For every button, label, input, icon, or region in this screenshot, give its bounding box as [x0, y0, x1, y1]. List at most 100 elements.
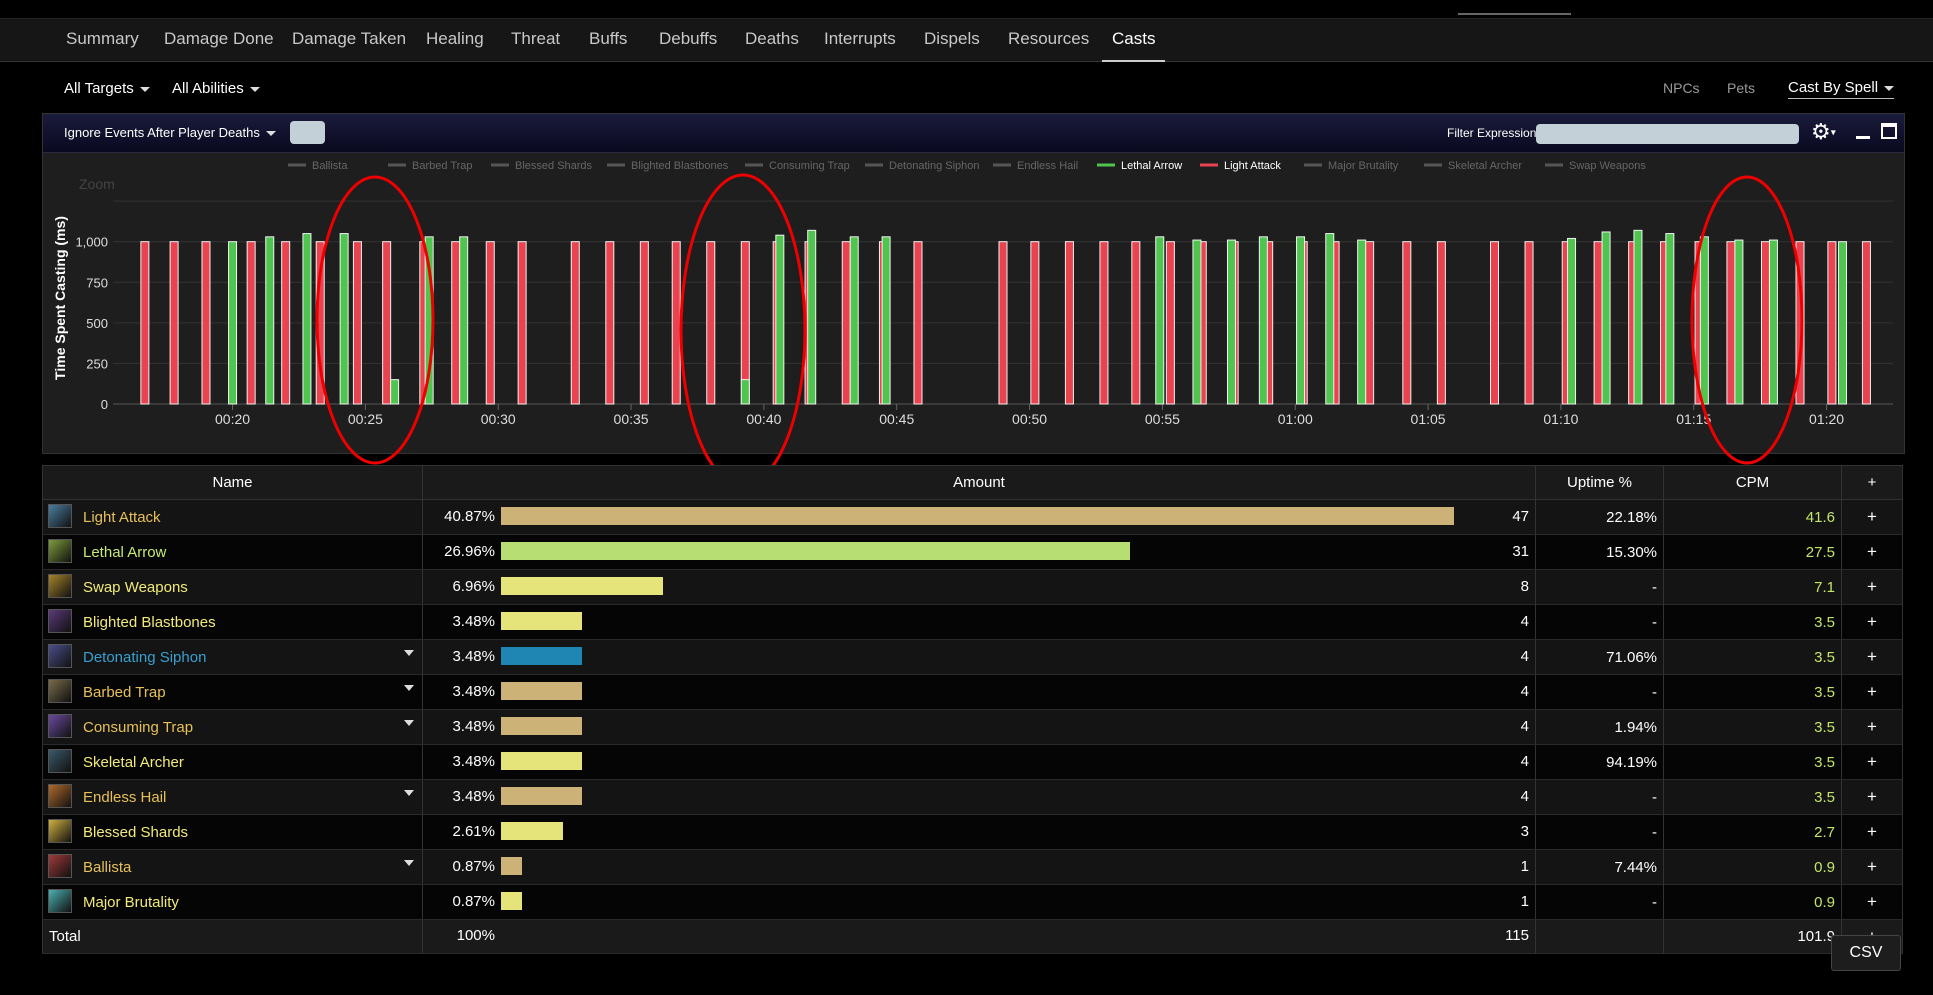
col-uptime[interactable]: Uptime %: [1535, 465, 1664, 500]
table-row[interactable]: Skeletal Archer 3.48% 4 94.19% 3.5 +: [42, 744, 1903, 780]
spell-name[interactable]: Major Brutality: [83, 894, 179, 911]
table-row[interactable]: Lethal Arrow 26.96% 31 15.30% 27.5 +: [42, 534, 1903, 570]
table-row[interactable]: Detonating Siphon 3.48% 4 71.06% 3.5 +: [42, 639, 1903, 675]
expand-row-button[interactable]: +: [1841, 709, 1903, 745]
spell-name-cell[interactable]: Detonating Siphon: [42, 639, 423, 675]
all-abilities-dropdown[interactable]: All Abilities: [172, 80, 260, 97]
expand-row-button[interactable]: +: [1841, 674, 1903, 710]
chevron-down-icon[interactable]: [404, 860, 414, 866]
x-tick-label: 01:20: [1809, 411, 1844, 427]
spell-name-cell[interactable]: Major Brutality: [42, 884, 423, 920]
all-targets-dropdown[interactable]: All Targets: [64, 80, 150, 97]
tab-buffs[interactable]: Buffs: [589, 29, 627, 49]
col-add-button[interactable]: +: [1841, 465, 1903, 500]
tab-deaths[interactable]: Deaths: [745, 29, 799, 49]
spell-name[interactable]: Light Attack: [83, 509, 161, 526]
table-row[interactable]: Ballista 0.87% 1 7.44% 0.9 +: [42, 849, 1903, 885]
tab-damage-done[interactable]: Damage Done: [164, 29, 274, 49]
spell-name-cell[interactable]: Blessed Shards: [42, 814, 423, 850]
expand-row-button[interactable]: +: [1841, 499, 1903, 535]
npcs-toggle[interactable]: NPCs: [1663, 80, 1700, 96]
filter-expression-label: Filter Expression:: [1447, 126, 1540, 140]
table-row[interactable]: Barbed Trap 3.48% 4-3.5 +: [42, 674, 1903, 710]
spell-name[interactable]: Barbed Trap: [83, 684, 166, 701]
spell-name[interactable]: Skeletal Archer: [83, 754, 184, 771]
cpm-value: 3.5: [1663, 709, 1842, 745]
bar-light-attack: [639, 241, 649, 405]
pets-toggle[interactable]: Pets: [1727, 80, 1755, 96]
tab-threat[interactable]: Threat: [511, 29, 560, 49]
cast-by-dropdown[interactable]: Cast By Spell: [1788, 79, 1895, 99]
expand-row-button[interactable]: +: [1841, 744, 1903, 780]
tab-interrupts[interactable]: Interrupts: [824, 29, 896, 49]
tab-debuffs[interactable]: Debuffs: [659, 29, 717, 49]
tab-dispels[interactable]: Dispels: [924, 29, 980, 49]
col-cpm[interactable]: CPM: [1663, 465, 1842, 500]
amount-bar: [501, 682, 582, 700]
chevron-down-icon[interactable]: [404, 685, 414, 691]
ignore-events-toggle[interactable]: [290, 121, 325, 144]
expand-row-button[interactable]: +: [1841, 884, 1903, 920]
spell-name[interactable]: Swap Weapons: [83, 579, 188, 596]
table-row[interactable]: Major Brutality 0.87% 1-0.9 +: [42, 884, 1903, 920]
chevron-down-icon[interactable]: [404, 790, 414, 796]
spell-name-cell[interactable]: Ballista: [42, 849, 423, 885]
bar-lethal-arrow: [1192, 239, 1202, 405]
table-row[interactable]: Blighted Blastbones 3.48% 4-3.5 +: [42, 604, 1903, 640]
expand-row-button[interactable]: +: [1841, 849, 1903, 885]
spell-name[interactable]: Ballista: [83, 859, 131, 876]
bar-light-attack: [517, 241, 527, 405]
spell-name-cell[interactable]: Endless Hail: [42, 779, 423, 815]
table-row[interactable]: Endless Hail 3.48% 4-3.5 +: [42, 779, 1903, 815]
ignore-events-dropdown[interactable]: Ignore Events After Player Deaths: [64, 125, 276, 140]
spell-name-cell[interactable]: Skeletal Archer: [42, 744, 423, 780]
spell-name[interactable]: Lethal Arrow: [83, 544, 166, 561]
gear-icon[interactable]: ⚙▾: [1811, 119, 1836, 145]
tab-healing[interactable]: Healing: [426, 29, 484, 49]
chevron-down-icon[interactable]: [404, 650, 414, 656]
spell-name-cell[interactable]: Consuming Trap: [42, 709, 423, 745]
y-tick-label: 500: [86, 316, 108, 331]
col-amount[interactable]: Amount: [422, 465, 1536, 500]
expand-row-button[interactable]: +: [1841, 814, 1903, 850]
spell-name[interactable]: Consuming Trap: [83, 719, 193, 736]
minimize-icon[interactable]: [1856, 130, 1870, 139]
chevron-down-icon[interactable]: [404, 720, 414, 726]
expand-row-button[interactable]: +: [1841, 639, 1903, 675]
spell-name-cell[interactable]: Blighted Blastbones: [42, 604, 423, 640]
expand-row-button[interactable]: +: [1841, 779, 1903, 815]
maximize-icon[interactable]: [1881, 123, 1897, 139]
spell-name-cell[interactable]: Barbed Trap: [42, 674, 423, 710]
x-tick-label: 01:05: [1411, 411, 1446, 427]
y-tick-label: 1,000: [75, 235, 108, 250]
tab-resources[interactable]: Resources: [1008, 29, 1089, 49]
spell-name[interactable]: Blessed Shards: [83, 824, 188, 841]
tab-summary[interactable]: Summary: [66, 29, 139, 49]
amount-cell: 6.96% 8: [422, 569, 1536, 605]
amount-cell: 0.87% 1: [422, 884, 1536, 920]
col-name[interactable]: Name: [42, 465, 423, 500]
spell-name-cell[interactable]: Swap Weapons: [42, 569, 423, 605]
spell-name-cell[interactable]: Lethal Arrow: [42, 534, 423, 570]
spell-name[interactable]: Detonating Siphon: [83, 649, 206, 666]
csv-button[interactable]: CSV: [1831, 935, 1901, 971]
table-row[interactable]: Light Attack 40.87% 47 22.18% 41.6 +: [42, 499, 1903, 535]
expand-row-button[interactable]: +: [1841, 604, 1903, 640]
spell-icon: [48, 644, 72, 668]
bar-light-attack: [1760, 241, 1770, 405]
table-row[interactable]: Blessed Shards 2.61% 3-2.7 +: [42, 814, 1903, 850]
filter-expression-input[interactable]: [1536, 124, 1799, 144]
spell-name-cell[interactable]: Light Attack: [42, 499, 423, 535]
amount-pct: 3.48%: [452, 788, 495, 805]
spell-name[interactable]: Blighted Blastbones: [83, 614, 216, 631]
tab-casts[interactable]: Casts: [1101, 29, 1167, 62]
table-row[interactable]: Consuming Trap 3.48% 4 1.94% 3.5 +: [42, 709, 1903, 745]
expand-row-button[interactable]: +: [1841, 569, 1903, 605]
bar-light-attack: [1795, 241, 1805, 405]
amount-bar: [501, 787, 582, 805]
spell-name[interactable]: Endless Hail: [83, 789, 166, 806]
table-row[interactable]: Swap Weapons 6.96% 8-7.1 +: [42, 569, 1903, 605]
uptime-value: -: [1535, 674, 1664, 710]
expand-row-button[interactable]: +: [1841, 534, 1903, 570]
tab-damage-taken[interactable]: Damage Taken: [292, 29, 406, 49]
